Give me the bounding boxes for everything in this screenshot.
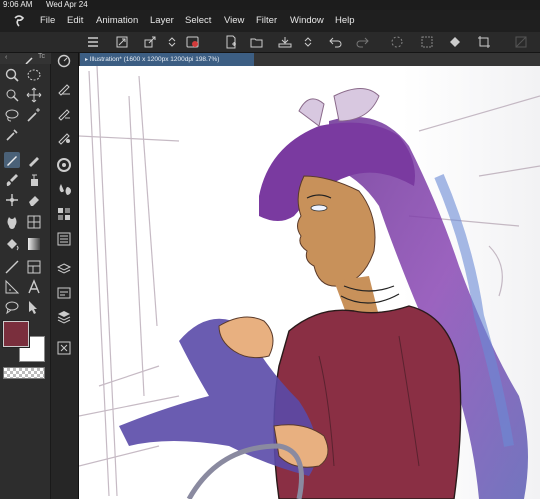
stepper-icon-2[interactable] <box>301 35 315 49</box>
transparent-color-swatch[interactable] <box>3 367 45 379</box>
panel-tab-label[interactable]: Tc <box>38 53 45 60</box>
status-bar: 9:06 AM Wed Apr 24 <box>0 0 540 10</box>
sub-tool-brush-icon[interactable] <box>56 105 72 121</box>
sub-tool-column <box>51 53 79 499</box>
main-color-swatch[interactable] <box>3 321 29 347</box>
pencil-icon[interactable] <box>26 152 42 168</box>
menu-help[interactable]: Help <box>335 10 355 32</box>
ruler-icon[interactable] <box>4 279 20 295</box>
tool-property-icon[interactable] <box>56 231 72 247</box>
document-tab[interactable]: ▸ Illustration* (1600 x 1200px 1200dpi 1… <box>80 53 254 66</box>
transform-icon[interactable] <box>143 35 157 49</box>
fill-bucket-icon[interactable] <box>4 236 20 252</box>
magic-wand-icon[interactable] <box>26 107 42 123</box>
undo-icon[interactable] <box>329 35 343 49</box>
hamburger-menu-icon[interactable] <box>86 35 100 49</box>
brush-icon[interactable] <box>4 172 20 188</box>
document-title: Illustration* (1600 x 1200px 1200dpi 198… <box>89 56 220 63</box>
navigator-icon[interactable] <box>56 53 72 69</box>
color-wheel-icon[interactable] <box>56 157 72 173</box>
menu-filter[interactable]: Filter <box>256 10 277 32</box>
eraser-icon[interactable] <box>26 192 42 208</box>
material-icon[interactable] <box>56 285 72 301</box>
menu-animation[interactable]: Animation <box>96 10 138 32</box>
menu-file[interactable]: File <box>40 10 55 32</box>
operation-icon[interactable] <box>4 87 20 103</box>
app-logo-icon[interactable] <box>12 14 26 28</box>
balloon-icon[interactable] <box>4 299 20 315</box>
sub-tool-pen-icon[interactable] <box>56 80 72 96</box>
frame-icon[interactable] <box>26 259 42 275</box>
close-panel-icon[interactable] <box>56 340 72 356</box>
line-figure-icon[interactable] <box>4 259 20 275</box>
text-tool-icon[interactable] <box>26 279 42 295</box>
tab-strip <box>254 53 540 66</box>
menu-layer[interactable]: Layer <box>150 10 174 32</box>
panel-collapse-icon[interactable]: ‹ <box>5 54 7 61</box>
save-icon[interactable] <box>278 35 292 49</box>
new-file-icon[interactable] <box>224 35 238 49</box>
color-set-icon[interactable] <box>56 206 72 222</box>
color-drops-icon[interactable] <box>56 181 72 197</box>
fill-icon[interactable] <box>448 35 462 49</box>
zoom-icon[interactable] <box>4 67 20 83</box>
drawing-canvas[interactable] <box>79 66 540 499</box>
crop-icon[interactable] <box>477 35 491 49</box>
redo-icon[interactable] <box>355 35 369 49</box>
disabled-tool-icon <box>514 35 528 49</box>
move-icon[interactable] <box>26 87 42 103</box>
menu-bar: File Edit Animation Layer Select View Fi… <box>0 10 540 32</box>
menu-edit[interactable]: Edit <box>67 10 83 32</box>
eyedropper-icon[interactable] <box>4 127 20 143</box>
menu-window[interactable]: Window <box>290 10 324 32</box>
pen-tool-icon[interactable] <box>4 152 20 168</box>
open-folder-icon[interactable] <box>250 35 264 49</box>
blend-icon[interactable] <box>4 214 20 230</box>
stepper-icon[interactable] <box>165 35 179 49</box>
layer-property-icon[interactable] <box>56 261 72 277</box>
pen-tab-icon[interactable] <box>24 53 34 65</box>
airbrush-icon[interactable] <box>26 172 42 188</box>
gradient-icon[interactable] <box>26 236 42 252</box>
correct-line-icon[interactable] <box>26 299 42 315</box>
menu-select[interactable]: Select <box>185 10 211 32</box>
tool-panel <box>0 64 51 499</box>
command-bar <box>0 32 540 53</box>
loading-icon[interactable] <box>390 35 404 49</box>
fullscreen-icon[interactable] <box>115 35 129 49</box>
sub-tool-detail-icon[interactable] <box>56 129 72 145</box>
artwork <box>79 66 540 499</box>
status-date: Wed Apr 24 <box>46 0 88 9</box>
layers-select-icon[interactable] <box>420 35 434 49</box>
lasso-icon[interactable] <box>4 107 20 123</box>
grid-fill-icon[interactable] <box>26 214 42 230</box>
decoration-icon[interactable] <box>4 192 20 208</box>
lasso-select-icon[interactable] <box>26 67 42 83</box>
status-time: 9:06 AM <box>3 0 33 9</box>
menu-view[interactable]: View <box>224 10 244 32</box>
layers-icon[interactable] <box>56 309 72 325</box>
record-icon[interactable] <box>186 35 200 49</box>
